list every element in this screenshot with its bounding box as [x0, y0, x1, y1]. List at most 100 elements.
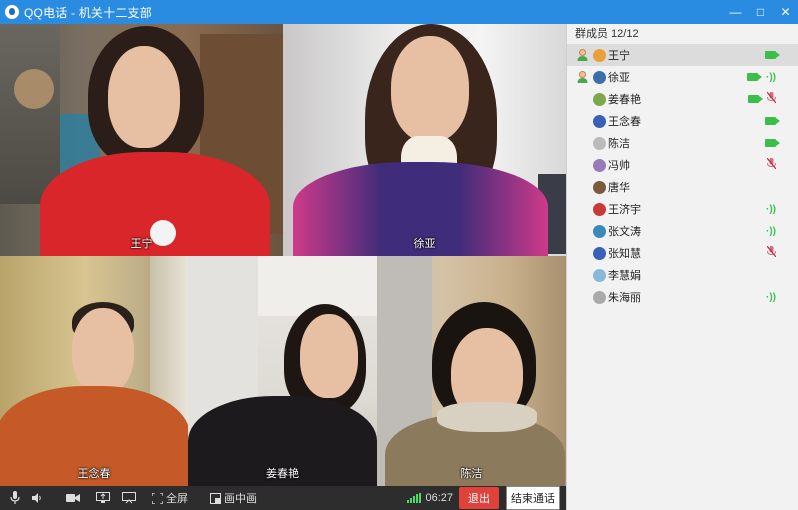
member-row[interactable]: 王念春: [567, 110, 798, 132]
host-placeholder: [575, 180, 589, 194]
host-placeholder: [575, 92, 589, 106]
member-avatar: [593, 202, 606, 216]
speaking-icon: ·)): [766, 203, 776, 215]
member-panel: 群成员 12/12 王宁徐亚 ·)) 姜春艳王念春陈洁冯帅唐华王济宇 ·)) 张文涛 ·)…: [566, 24, 798, 510]
member-status: ·)): [766, 198, 776, 220]
member-row[interactable]: 李慧娟: [567, 264, 798, 286]
host-placeholder: [575, 202, 589, 216]
host-placeholder: [575, 246, 589, 260]
member-avatar: [593, 48, 606, 62]
member-avatar: [593, 290, 606, 304]
host-placeholder: [575, 136, 589, 150]
member-avatar: [593, 92, 606, 106]
video-name-label: 王念春: [77, 468, 111, 480]
member-name: 唐华: [608, 182, 630, 194]
video-name-label: 姜春艳: [266, 468, 299, 480]
member-row[interactable]: 冯帅: [567, 154, 798, 176]
member-name: 王宁: [608, 50, 630, 62]
maximize-button[interactable]: □: [748, 0, 773, 24]
member-status: [765, 132, 780, 154]
member-status: [748, 88, 777, 110]
host-placeholder: [575, 224, 589, 238]
video-camera-icon: [748, 95, 763, 103]
member-name: 李慧娟: [608, 270, 641, 282]
member-name: 徐亚: [608, 72, 630, 84]
video-name-label: 王宁: [130, 238, 153, 250]
member-row[interactable]: 王宁: [567, 44, 798, 66]
title-bar: QQ电话 - 机关十二支部 — □ ✕: [0, 0, 798, 24]
member-status: ·)): [766, 220, 776, 242]
member-row[interactable]: 姜春艳: [567, 88, 798, 110]
member-avatar: [593, 246, 606, 260]
member-avatar: [593, 114, 606, 128]
qq-logo-icon: [5, 5, 19, 19]
member-status: [766, 154, 777, 176]
muted-microphone-icon: [766, 245, 777, 260]
speaker-icon[interactable]: [26, 486, 48, 510]
member-row[interactable]: 王济宇 ·)): [567, 198, 798, 220]
member-name: 朱海丽: [608, 292, 641, 304]
member-status: ·)): [766, 286, 776, 308]
member-row[interactable]: 张文涛 ·)): [567, 220, 798, 242]
fullscreen-icon[interactable]: [150, 486, 164, 510]
member-status: ·)): [747, 66, 776, 88]
exit-button[interactable]: 退出: [459, 487, 499, 509]
video-tile-4[interactable]: 姜春艳: [188, 256, 377, 486]
member-avatar: [593, 268, 606, 282]
member-status: [765, 44, 780, 66]
member-row[interactable]: 朱海丽 ·)): [567, 286, 798, 308]
member-name: 冯帅: [608, 160, 630, 172]
microphone-icon[interactable]: [4, 486, 26, 510]
member-name: 王济宇: [608, 204, 641, 216]
speaking-icon: ·)): [766, 71, 776, 83]
muted-microphone-icon: [766, 157, 777, 172]
call-toolbar: 全屏 画中画 06:27 退出 结束通话: [0, 486, 566, 510]
picture-in-picture-button[interactable]: 画中画: [224, 490, 257, 506]
muted-microphone-icon: [766, 91, 777, 106]
window-title: QQ电话 - 机关十二支部: [24, 5, 152, 20]
host-placeholder: [575, 290, 589, 304]
member-row[interactable]: 唐华: [567, 176, 798, 198]
speaking-icon: ·)): [766, 225, 776, 237]
video-name-label: 陈洁: [460, 468, 483, 480]
member-list: 王宁徐亚 ·)) 姜春艳王念春陈洁冯帅唐华王济宇 ·)) 张文涛 ·)) 张知慧李慧娟朱海丽…: [567, 44, 798, 308]
member-row[interactable]: 张知慧: [567, 242, 798, 264]
host-placeholder: [575, 114, 589, 128]
host-person-icon: [575, 70, 589, 84]
member-avatar: [593, 158, 606, 172]
member-name: 王念春: [608, 116, 641, 128]
host-placeholder: [575, 158, 589, 172]
video-name-label: 徐亚: [413, 238, 436, 250]
screen-share-icon[interactable]: [92, 486, 114, 510]
presentation-icon[interactable]: [118, 486, 140, 510]
video-camera-icon: [747, 73, 762, 81]
host-person-icon: [575, 48, 589, 62]
picture-in-picture-icon[interactable]: [208, 486, 222, 510]
member-name: 张文涛: [608, 226, 641, 238]
minimize-button[interactable]: —: [723, 0, 748, 24]
end-call-button[interactable]: 结束通话: [506, 486, 560, 510]
call-timer: 06:27: [425, 492, 453, 504]
member-name: 陈洁: [608, 138, 630, 150]
member-count-header: 群成员 12/12: [575, 28, 639, 40]
member-name: 姜春艳: [608, 94, 641, 106]
member-row[interactable]: 徐亚 ·)): [567, 66, 798, 88]
member-status: [765, 110, 780, 132]
member-row[interactable]: 陈洁: [567, 132, 798, 154]
member-avatar: [593, 180, 606, 194]
speaking-icon: ·)): [766, 291, 776, 303]
video-camera-icon: [765, 139, 780, 147]
video-tile-2[interactable]: 徐亚: [283, 24, 566, 256]
video-tile-1[interactable]: 王宁: [0, 24, 283, 256]
fullscreen-button[interactable]: 全屏: [166, 490, 188, 506]
camera-icon[interactable]: [62, 486, 84, 510]
close-button[interactable]: ✕: [773, 0, 798, 24]
member-avatar: [593, 136, 606, 150]
video-tile-5[interactable]: 陈洁: [377, 256, 566, 486]
host-placeholder: [575, 268, 589, 282]
video-area: 王宁 徐亚 王念春 姜春艳 陈洁: [0, 24, 566, 486]
member-avatar: [593, 224, 606, 238]
member-name: 张知慧: [608, 248, 641, 260]
video-tile-3[interactable]: 王念春: [0, 256, 188, 486]
video-camera-icon: [765, 51, 780, 59]
